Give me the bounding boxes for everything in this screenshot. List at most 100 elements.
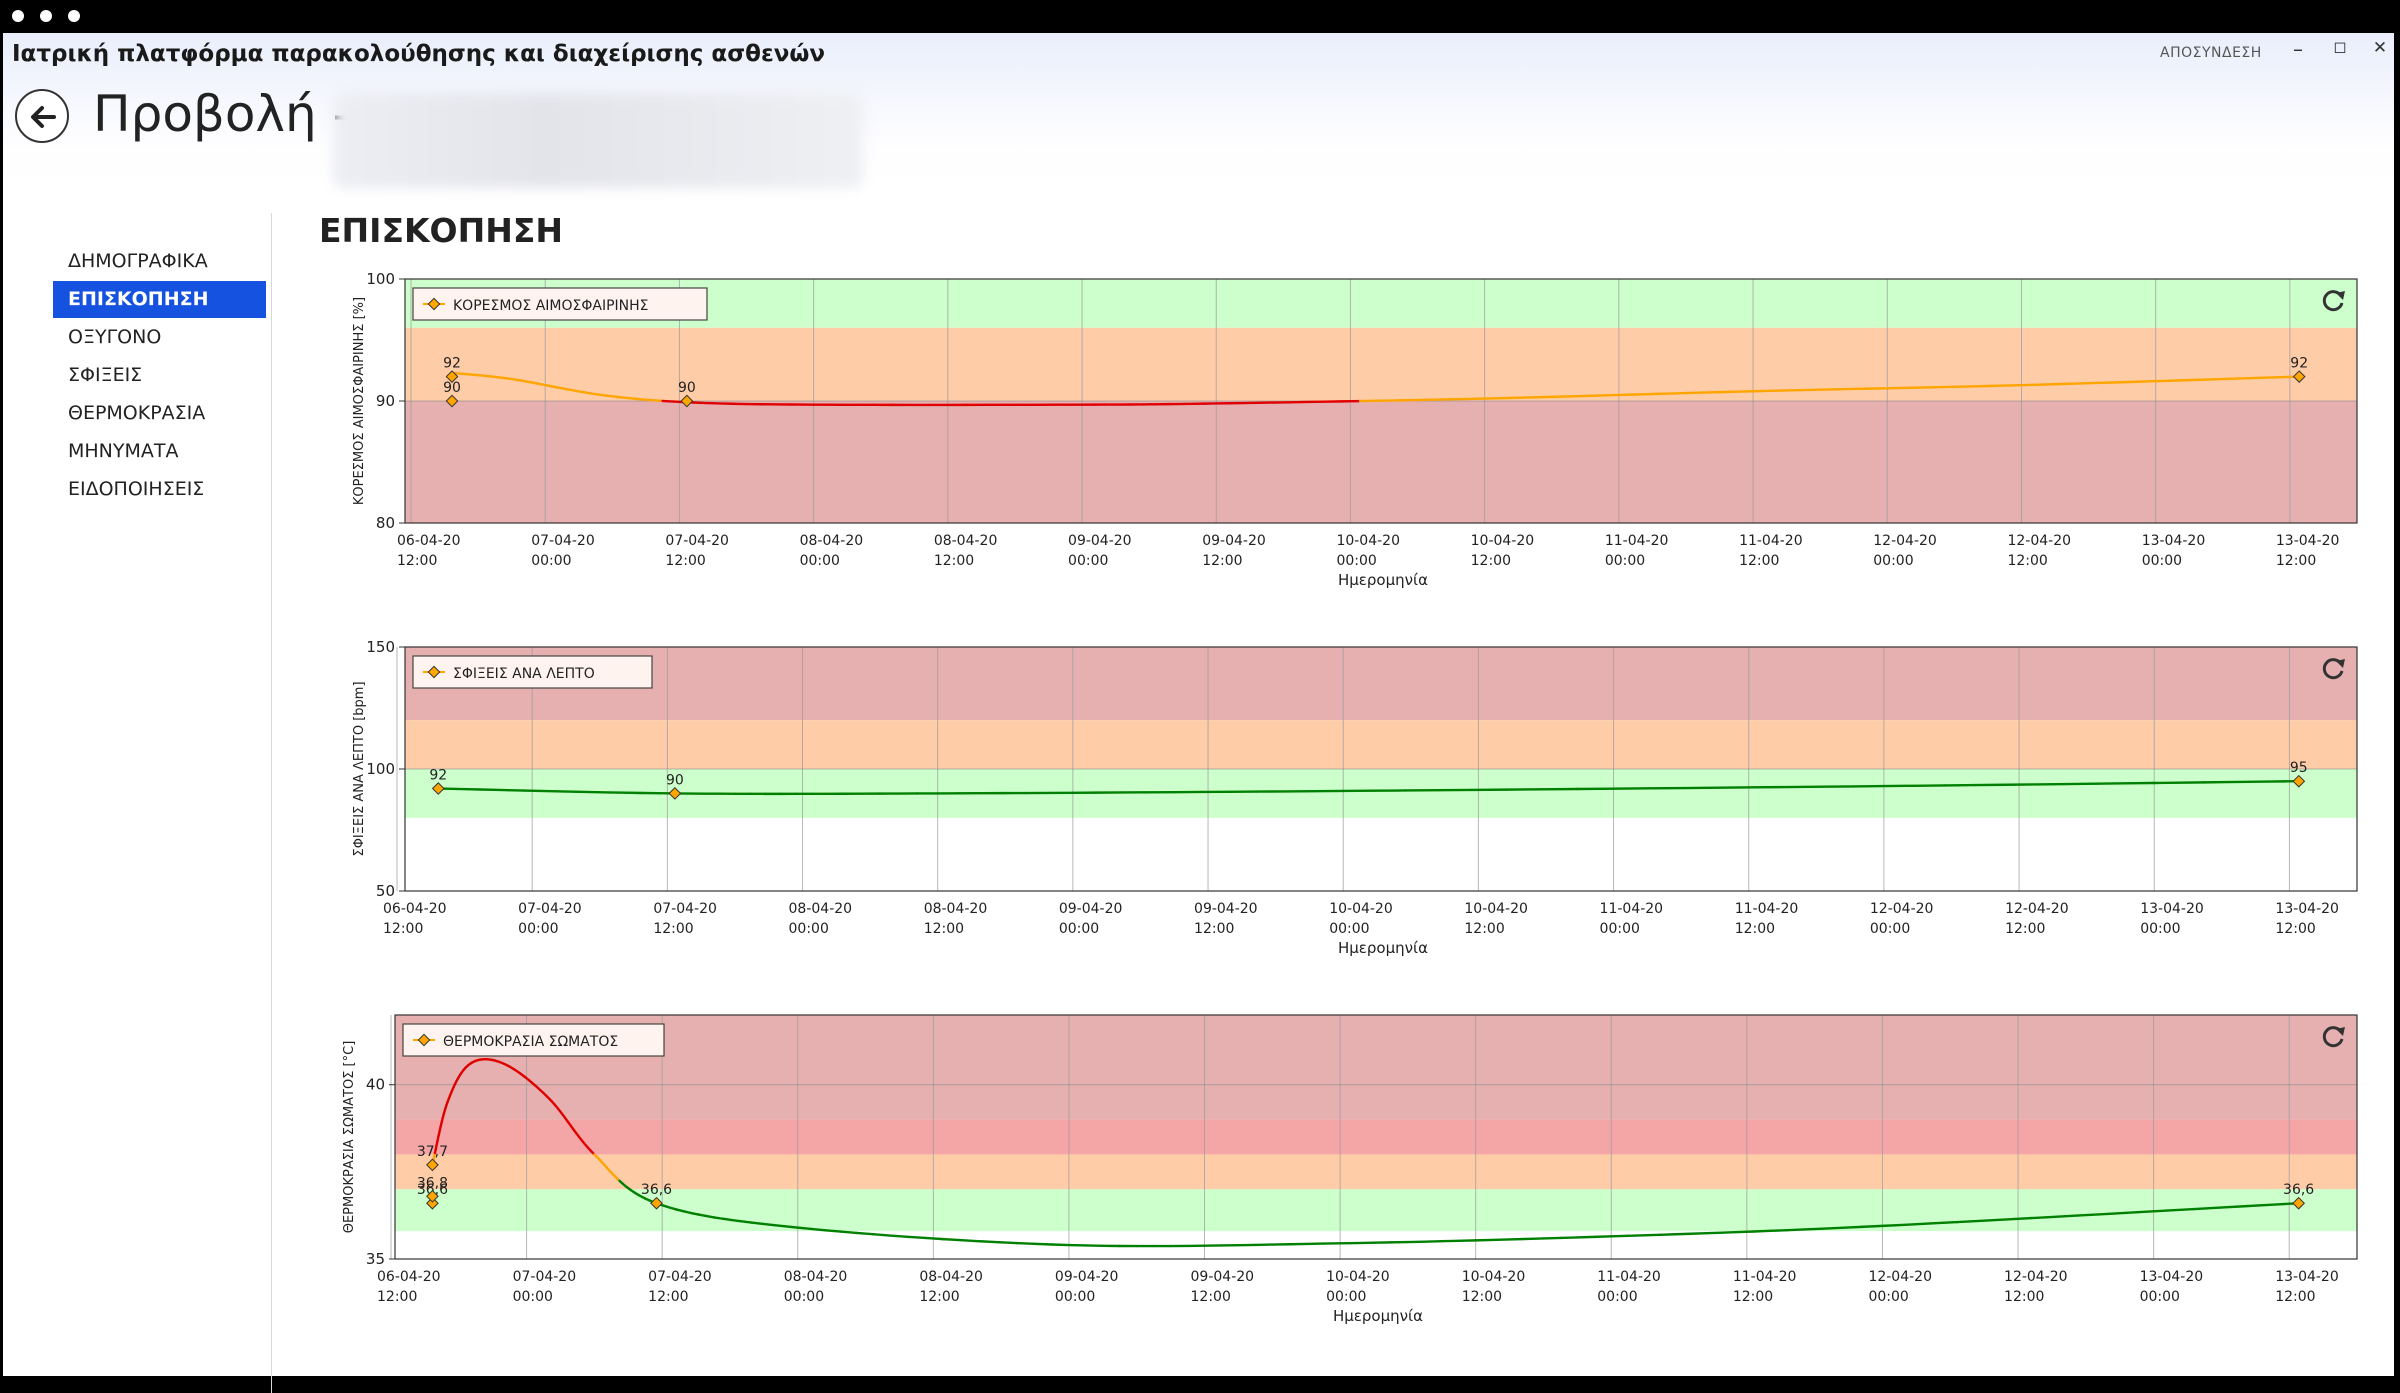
series-line-segment bbox=[1611, 1236, 1628, 1237]
x-tick-date-label: 07-04-20 bbox=[518, 901, 582, 917]
series-line-segment bbox=[1660, 1234, 1676, 1235]
x-tick-time-label: 00:00 bbox=[513, 1289, 553, 1305]
x-tick-date-label: 10-04-20 bbox=[1326, 1269, 1390, 1285]
x-tick-time-label: 00:00 bbox=[800, 553, 840, 569]
x-tick-date-label: 12-04-20 bbox=[1873, 533, 1937, 549]
x-tick-date-label: 10-04-20 bbox=[1471, 533, 1535, 549]
x-tick-date-label: 07-04-20 bbox=[531, 533, 595, 549]
chart-2: 06-04-2012:0007-04-2000:0007-04-2012:000… bbox=[352, 638, 2357, 957]
y-axis-label: ΘΕΡΜΟΚΡΑΣΙΑ ΣΩΜΑΤΟΣ [°C] bbox=[342, 1041, 357, 1234]
x-tick-time-label: 12:00 bbox=[2275, 1289, 2315, 1305]
series-line-segment bbox=[873, 1234, 890, 1235]
x-tick-date-label: 10-04-20 bbox=[1462, 1269, 1526, 1285]
series-line-segment bbox=[785, 1226, 798, 1227]
y-axis-label: ΚΟΡΕΣΜΟΣ ΑΙΜΟΣΦΑΙΡΙΝΗΣ [%] bbox=[352, 297, 367, 505]
series-line-segment bbox=[998, 1242, 1016, 1243]
series-line-segment bbox=[1787, 1229, 1804, 1230]
x-tick-time-label: 00:00 bbox=[1873, 553, 1913, 569]
x-tick-time-label: 00:00 bbox=[789, 921, 829, 937]
series-line-segment bbox=[925, 1238, 943, 1239]
x-tick-date-label: 06-04-20 bbox=[383, 901, 447, 917]
x-tick-date-label: 13-04-20 bbox=[2142, 533, 2206, 549]
x-tick-date-label: 08-04-20 bbox=[934, 533, 998, 549]
x-tick-time-label: 00:00 bbox=[1059, 921, 1099, 937]
data-point-label: 92 bbox=[443, 356, 461, 372]
series-line-segment bbox=[732, 1220, 742, 1221]
series-line-segment bbox=[1527, 1238, 1544, 1239]
y-tick-label: 35 bbox=[366, 1250, 385, 1268]
x-tick-date-label: 13-04-20 bbox=[2275, 1269, 2339, 1285]
series-line-segment bbox=[890, 1236, 907, 1237]
series-line-segment bbox=[2177, 380, 2196, 381]
window-dot-maximize-icon[interactable] bbox=[68, 10, 80, 22]
x-tick-time-label: 12:00 bbox=[1202, 553, 1242, 569]
series-line-segment bbox=[1560, 1237, 1577, 1238]
series-line-segment bbox=[1722, 1232, 1738, 1233]
x-tick-time-label: 00:00 bbox=[1329, 921, 1369, 937]
chart-3: 06-04-2012:0007-04-2000:0007-04-2012:000… bbox=[342, 1015, 2357, 1325]
x-tick-time-label: 12:00 bbox=[2004, 1289, 2044, 1305]
window-dot-minimize-icon[interactable] bbox=[40, 10, 52, 22]
chart-1: 06-04-2012:0007-04-2000:0007-04-2012:000… bbox=[352, 270, 2357, 589]
x-tick-time-label: 12:00 bbox=[648, 1289, 688, 1305]
y-tick-label: 40 bbox=[366, 1076, 385, 1094]
x-tick-date-label: 11-04-20 bbox=[1735, 901, 1799, 917]
series-line-segment bbox=[943, 1239, 961, 1240]
zone-band bbox=[395, 1189, 2357, 1231]
series-line-segment bbox=[841, 1232, 857, 1233]
series-line-segment bbox=[1052, 1245, 1069, 1246]
x-axis-label: Ημερομηνία bbox=[1333, 1307, 1423, 1325]
series-line-segment bbox=[907, 1237, 925, 1238]
series-line-segment bbox=[2058, 384, 2077, 385]
y-tick-label: 50 bbox=[376, 882, 395, 900]
x-tick-date-label: 11-04-20 bbox=[1733, 1269, 1797, 1285]
series-line-segment bbox=[1577, 1237, 1594, 1238]
app-frame: Ιατρική πλατφόρμα παρακολούθησης και δια… bbox=[0, 0, 2400, 1382]
charts-area: 06-04-20 12:00 07-04-20 00:00 07-04-20 12:00 0… bbox=[3, 33, 2394, 1376]
series-line-segment bbox=[1754, 1231, 1770, 1232]
series-line-segment bbox=[1676, 1234, 1691, 1235]
x-tick-time-label: 00:00 bbox=[1055, 1289, 1095, 1305]
series-line-segment bbox=[2039, 384, 2058, 385]
series-line-segment bbox=[1882, 1225, 1905, 1226]
x-tick-date-label: 11-04-20 bbox=[1597, 1269, 1661, 1285]
zone-band bbox=[395, 1015, 2357, 1120]
series-line-segment bbox=[706, 1216, 714, 1217]
data-point-label: 92 bbox=[2290, 356, 2308, 372]
x-tick-time-label: 00:00 bbox=[2140, 1289, 2180, 1305]
x-tick-date-label: 09-04-20 bbox=[1068, 533, 1132, 549]
x-tick-date-label: 12-04-20 bbox=[1870, 901, 1934, 917]
series-line-segment bbox=[1034, 1244, 1052, 1245]
series-line-segment bbox=[2244, 1205, 2265, 1206]
series-line-segment bbox=[1986, 1219, 2016, 1221]
series-line-segment bbox=[2016, 1217, 2046, 1219]
x-tick-date-label: 09-04-20 bbox=[1055, 1269, 1119, 1285]
y-axis-label: ΣΦΙΞΕΙΣ ΑΝΑ ΛΕΠΤΟ [bpm] bbox=[352, 681, 367, 856]
zone-band bbox=[395, 1120, 2357, 1155]
x-tick-time-label: 12:00 bbox=[924, 921, 964, 937]
x-tick-date-label: 07-04-20 bbox=[648, 1269, 712, 1285]
x-tick-time-label: 00:00 bbox=[2142, 553, 2182, 569]
x-tick-date-label: 10-04-20 bbox=[1336, 533, 1400, 549]
x-tick-date-label: 07-04-20 bbox=[665, 533, 729, 549]
legend-label: ΣΦΙΞΕΙΣ ΑΝΑ ΛΕΠΤΟ bbox=[453, 666, 595, 682]
data-point-label: 95 bbox=[2290, 760, 2308, 776]
data-point-label: 36,8 bbox=[417, 1175, 448, 1191]
x-tick-time-label: 12:00 bbox=[1739, 553, 1779, 569]
series-line-segment bbox=[856, 1233, 872, 1234]
series-line-segment bbox=[2077, 383, 2097, 384]
x-tick-date-label: 09-04-20 bbox=[1202, 533, 1266, 549]
x-tick-date-label: 08-04-20 bbox=[784, 1269, 848, 1285]
x-tick-date-label: 09-04-20 bbox=[1194, 901, 1258, 917]
x-axis-label: Ημερομηνία bbox=[1338, 939, 1428, 957]
x-tick-time-label: 00:00 bbox=[2140, 921, 2180, 937]
series-line-segment bbox=[2157, 380, 2177, 381]
x-tick-time-label: 00:00 bbox=[1868, 1289, 1908, 1305]
chart-legend: ΘΕΡΜΟΚΡΑΣΙΑ ΣΩΜΑΤΟΣ bbox=[403, 1024, 664, 1056]
os-titlebar bbox=[0, 0, 2400, 32]
x-tick-date-label: 11-04-20 bbox=[1739, 533, 1803, 549]
series-line-segment bbox=[1738, 1231, 1754, 1232]
x-tick-date-label: 11-04-20 bbox=[1600, 901, 1664, 917]
window-dot-close-icon[interactable] bbox=[12, 10, 24, 22]
data-point-label: 92 bbox=[429, 768, 447, 784]
